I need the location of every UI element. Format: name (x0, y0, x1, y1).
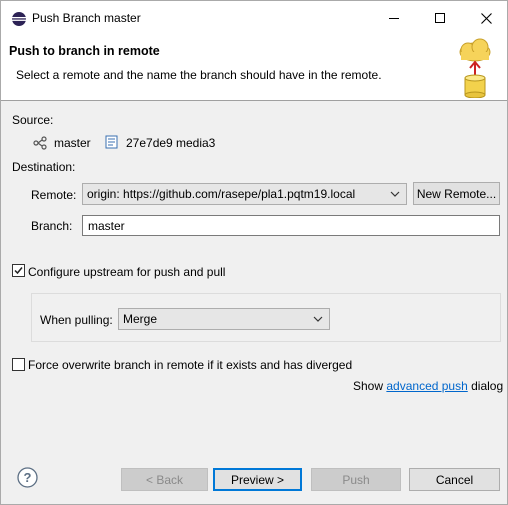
configure-upstream-checkbox[interactable] (12, 264, 25, 277)
advanced-prefix: Show (353, 379, 384, 393)
advanced-suffix: dialog (471, 379, 504, 393)
maximize-button[interactable] (417, 1, 463, 35)
source-branch: master (54, 136, 91, 150)
checkmark-icon (14, 267, 23, 275)
remote-label: Remote: (31, 188, 77, 202)
close-icon (480, 12, 492, 24)
when-pulling-select[interactable]: Merge (118, 308, 330, 330)
source-commit-id: 27e7de9 (126, 136, 173, 150)
svg-text:?: ? (24, 470, 32, 485)
push-to-cloud-icon (459, 38, 491, 98)
remote-select[interactable]: origin: https://github.com/rasepe/pla1.p… (82, 183, 407, 205)
source-commit-message: media3 (176, 136, 216, 150)
branch-input-value: master (88, 219, 125, 233)
cancel-button[interactable]: Cancel (409, 468, 500, 491)
back-button[interactable]: < Back (121, 468, 208, 491)
advanced-push-link[interactable]: advanced push (386, 379, 467, 393)
help-icon[interactable]: ? (17, 467, 38, 488)
branch-input[interactable]: master (82, 215, 500, 236)
title-bar: Push Branch master (1, 1, 507, 35)
new-remote-button[interactable]: New Remote... (413, 182, 500, 205)
when-pulling-select-value: Merge (123, 312, 158, 326)
chevron-down-icon (390, 191, 400, 197)
minimize-icon (389, 18, 399, 19)
banner-message: Select a remote and the name the branch … (16, 68, 382, 82)
configure-upstream-label: Configure upstream for push and pull (28, 265, 226, 279)
branch-icon (33, 136, 47, 150)
preview-button[interactable]: Preview > (213, 468, 302, 491)
window-title: Push Branch master (32, 11, 141, 25)
when-pulling-label: When pulling: (40, 313, 113, 327)
remote-select-value: origin: https://github.com/rasepe/pla1.p… (87, 187, 356, 201)
maximize-icon (435, 13, 445, 23)
chevron-down-icon (313, 316, 323, 322)
banner-title: Push to branch in remote (9, 44, 160, 58)
push-branch-dialog: Push Branch master Push to branch in rem… (0, 0, 508, 505)
header-banner: Push to branch in remote Select a remote… (1, 35, 507, 101)
force-overwrite-checkbox[interactable] (12, 358, 25, 371)
force-overwrite-label: Force overwrite branch in remote if it e… (28, 358, 353, 372)
advanced-push-text: Show advanced push dialog (353, 379, 503, 393)
push-button[interactable]: Push (311, 468, 401, 491)
commit-icon (105, 135, 118, 149)
eclipse-icon (12, 12, 26, 26)
source-label: Source: (12, 113, 54, 127)
branch-label: Branch: (31, 219, 73, 233)
close-button[interactable] (463, 1, 508, 35)
destination-label: Destination: (12, 160, 76, 174)
minimize-button[interactable] (371, 1, 417, 35)
